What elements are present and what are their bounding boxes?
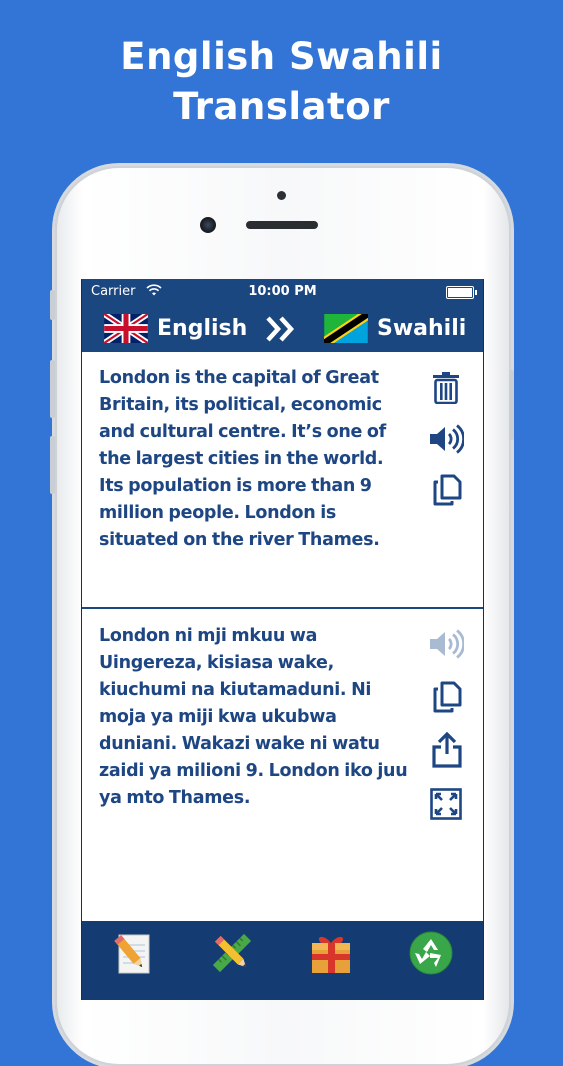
app-screen: Carrier 10:00 PM English Swahili London … [81,279,484,1000]
language-bar: English Swahili [82,309,483,351]
earpiece-speaker [246,221,318,229]
gift-icon[interactable] [309,931,353,975]
share-icon[interactable] [431,732,463,768]
input-text[interactable]: London is the capital of Great Britain, … [99,365,409,554]
battery-icon [446,286,477,299]
notepad-pencil-icon[interactable] [111,931,155,975]
target-language-label[interactable]: Swahili [377,316,466,341]
copy-icon[interactable] [432,681,462,713]
trash-icon[interactable] [431,372,461,404]
recycle-icon[interactable] [409,931,453,975]
copy-icon[interactable] [432,474,462,506]
tanzania-flag-icon[interactable] [324,314,368,343]
pane-divider [82,607,483,609]
output-text: London ni mji mkuu wa Uingereza, kisiasa… [99,626,408,808]
phone-volume-up [50,360,55,418]
bottom-tab-bar [82,921,483,1000]
fullscreen-icon[interactable] [430,788,462,820]
speaker-icon[interactable] [428,424,464,454]
phone-side-button [50,290,55,320]
proximity-sensor [277,191,286,200]
uk-flag-icon[interactable] [104,314,148,343]
app-header: Carrier 10:00 PM English Swahili [82,279,483,352]
speaker-icon-disabled[interactable] [428,629,464,659]
promo-title-line1: English Swahili [120,35,443,78]
source-language-label[interactable]: English [157,316,247,341]
front-camera [200,217,216,233]
promo-title: English Swahili Translator [0,32,563,132]
status-bar: Carrier 10:00 PM [82,279,483,305]
phone-power-button [509,370,514,440]
phone-volume-down [50,436,55,494]
double-chevron-right-icon[interactable] [265,315,297,343]
pencil-ruler-icon[interactable] [210,931,254,975]
promo-title-line2: Translator [173,85,390,128]
status-time: 10:00 PM [248,284,317,299]
